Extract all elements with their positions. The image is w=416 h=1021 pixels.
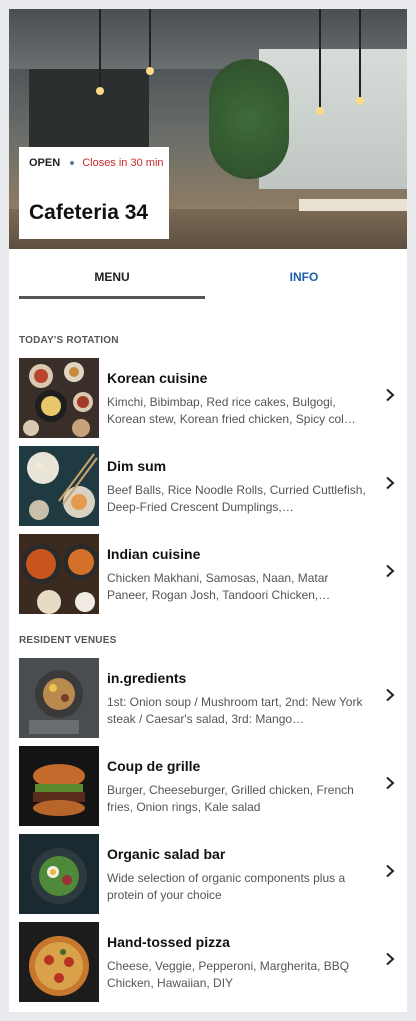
status-box: OPEN Closes in 30 min Cafeteria 34 [19, 147, 169, 239]
list-item[interactable]: Organic salad bar Wide selection of orga… [19, 834, 397, 914]
food-thumbnail [19, 834, 99, 914]
item-description: Burger, Cheeseburger, Grilled chicken, F… [107, 783, 354, 814]
section-title-rotation: TODAY'S ROTATION [19, 335, 119, 346]
item-title: in.gredients [107, 670, 187, 686]
open-status: OPEN [29, 157, 61, 169]
cafeteria-card: OPEN Closes in 30 min Cafeteria 34 MENU … [9, 9, 407, 1012]
item-title: Indian cuisine [107, 546, 201, 562]
hero-image: OPEN Closes in 30 min Cafeteria 34 [9, 9, 407, 249]
item-description: Cheese, Veggie, Pepperoni, Margherita, B… [107, 959, 350, 990]
separator-dot-icon [70, 161, 75, 165]
chevron-right-icon [386, 564, 395, 578]
tab-menu[interactable]: MENU [19, 249, 205, 299]
food-thumbnail [19, 922, 99, 1002]
list-item[interactable]: in.gredients 1st: Onion soup / Mushroom … [19, 658, 397, 738]
item-title: Dim sum [107, 458, 167, 474]
closing-time: Closes in 30 min [82, 157, 164, 169]
section-title-resident: RESIDENT VENUES [19, 635, 117, 646]
item-title: Coup de grille [107, 758, 201, 774]
active-tab-indicator [19, 296, 205, 299]
item-description: Chicken Makhani, Samosas, Naan, Matar Pa… [107, 571, 331, 602]
item-title: Hand-tossed pizza [107, 934, 230, 950]
chevron-right-icon [386, 388, 395, 402]
item-description: Beef Balls, Rice Noodle Rolls, Curried C… [107, 483, 366, 514]
tab-info[interactable]: INFO [211, 249, 397, 299]
food-thumbnail [19, 534, 99, 614]
page-title: Cafeteria 34 [29, 201, 149, 224]
list-item[interactable]: Dim sum Beef Balls, Rice Noodle Rolls, C… [19, 446, 397, 526]
chevron-right-icon [386, 864, 395, 878]
chevron-right-icon [386, 776, 395, 790]
food-thumbnail [19, 746, 99, 826]
item-description: Kimchi, Bibimbap, Red rice cakes, Bulgog… [107, 395, 356, 426]
item-description: Wide selection of organic components plu… [107, 871, 346, 902]
list-item[interactable]: Hand-tossed pizza Cheese, Veggie, Pepper… [19, 922, 397, 1002]
tab-bar: MENU INFO [19, 249, 397, 299]
item-title: Organic salad bar [107, 846, 226, 862]
food-thumbnail [19, 658, 99, 738]
chevron-right-icon [386, 688, 395, 702]
list-item[interactable]: Coup de grille Burger, Cheeseburger, Gri… [19, 746, 397, 826]
food-thumbnail [19, 446, 99, 526]
food-thumbnail [19, 358, 99, 438]
list-item[interactable]: Korean cuisine Kimchi, Bibimbap, Red ric… [19, 358, 397, 438]
item-description: 1st: Onion soup / Mushroom tart, 2nd: Ne… [107, 695, 363, 726]
list-item[interactable]: Indian cuisine Chicken Makhani, Samosas,… [19, 534, 397, 614]
item-title: Korean cuisine [107, 370, 208, 386]
chevron-right-icon [386, 476, 395, 490]
chevron-right-icon [386, 952, 395, 966]
